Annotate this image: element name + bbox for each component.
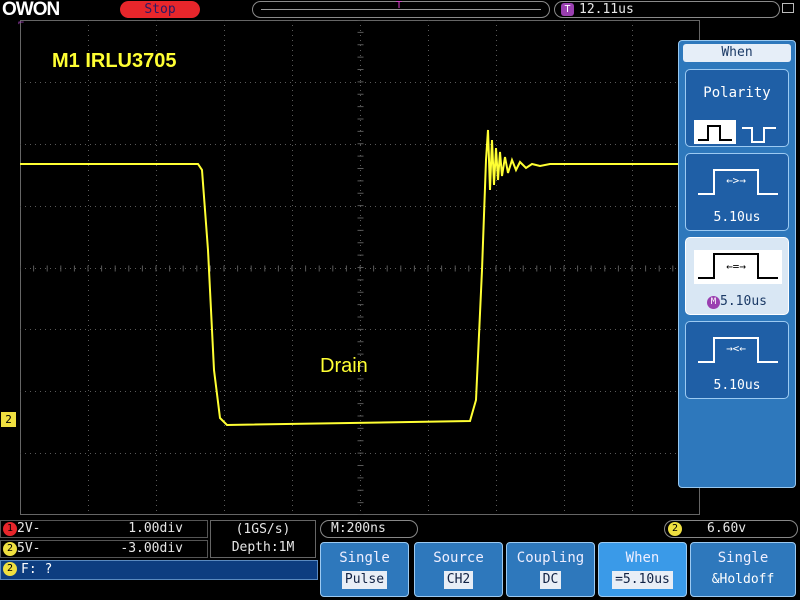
when-greater-than-option[interactable]: ←>→ 5.10us xyxy=(685,153,789,231)
when-button[interactable]: When =5.10us xyxy=(598,542,687,597)
owon-logo: OWON xyxy=(2,0,60,20)
waveform-label-drain: Drain xyxy=(320,355,368,377)
svg-text:→<←: →<← xyxy=(726,342,746,355)
sample-info: (1GS/s) Depth:1M xyxy=(210,520,316,558)
waveform-title: M1 IRLU3705 xyxy=(52,50,177,72)
polarity-option[interactable]: Polarity xyxy=(685,69,789,147)
graticule-grid xyxy=(20,20,700,515)
coupling-value: DC xyxy=(539,571,562,589)
coupling-button[interactable]: Coupling DC xyxy=(506,542,595,597)
svg-text:←>→: ←>→ xyxy=(726,174,746,187)
menu-title: When xyxy=(683,44,791,62)
trigger-level-display[interactable]: 2 6.60v xyxy=(664,520,798,538)
when-equal-value: M 5.10us xyxy=(686,294,788,309)
when-value: =5.10us xyxy=(612,571,673,589)
selected-m-badge: M xyxy=(707,296,721,309)
freq-channel-badge: 2 xyxy=(3,562,17,576)
sample-rate: (1GS/s) xyxy=(235,522,291,537)
ch1-volts-div: 2V- xyxy=(17,521,41,536)
record-depth: Depth:1M xyxy=(231,540,295,555)
trigger-when-menu: When Polarity ←>→ 5.10us ←=→ M 5.10us →<←… xyxy=(678,40,796,488)
pulse-less-icon: →<← xyxy=(698,337,778,363)
when-equal-option[interactable]: ←=→ M 5.10us xyxy=(685,237,789,315)
trigger-source-badge: 2 xyxy=(668,522,682,536)
pulse-greater-icon: ←>→ xyxy=(698,169,778,195)
polarity-icons xyxy=(694,120,776,144)
when-greater-value: 5.10us xyxy=(713,210,761,225)
source-value: CH2 xyxy=(443,571,474,589)
battery-icon xyxy=(782,3,794,13)
waveform-display: M1 IRLU3705 Drain xyxy=(20,20,700,515)
run-stop-status[interactable]: Stop xyxy=(120,1,200,18)
ch1-offset: 1.00div xyxy=(128,521,183,536)
ch2-ground-marker[interactable]: 2 xyxy=(1,412,16,427)
svg-text:←=→: ←=→ xyxy=(726,260,746,273)
time-position-badge: T xyxy=(561,3,574,16)
when-less-than-option[interactable]: →<← 5.10us xyxy=(685,321,789,399)
ch1-badge: 1 xyxy=(3,522,17,536)
ch2-volts-div: 5V- xyxy=(17,541,41,556)
ch2-offset: -3.00div xyxy=(120,541,183,556)
frequency-value: F: ? xyxy=(21,562,53,577)
trigger-type-button[interactable]: Single Pulse xyxy=(320,542,409,597)
horizontal-position-display: T 12.11us xyxy=(554,1,780,18)
trigger-type-value: Pulse xyxy=(341,571,388,589)
mode-holdoff-button[interactable]: Single &Holdoff xyxy=(690,542,796,597)
holdoff-label: &Holdoff xyxy=(711,572,775,587)
source-button[interactable]: Source CH2 xyxy=(414,542,503,597)
memory-position-bar: T xyxy=(252,1,550,18)
trigger-position-icon: T xyxy=(396,0,403,11)
when-less-value: 5.10us xyxy=(713,378,761,393)
horizontal-position-value: 12.11us xyxy=(579,2,634,17)
ch2-info[interactable]: 2 5V- -3.00div xyxy=(0,540,208,558)
ch2-badge: 2 xyxy=(3,542,17,556)
ch1-info[interactable]: 1 2V- 1.00div xyxy=(0,520,208,538)
trigger-indicator-icon: ⌐ xyxy=(18,18,25,29)
graticule-and-trace xyxy=(20,20,700,515)
frequency-readout: 2 F: ? xyxy=(0,560,318,580)
pulse-equal-icon: ←=→ xyxy=(694,250,782,284)
timebase-display[interactable]: M:200ns xyxy=(320,520,418,538)
trigger-level-value: 6.60v xyxy=(707,521,747,536)
